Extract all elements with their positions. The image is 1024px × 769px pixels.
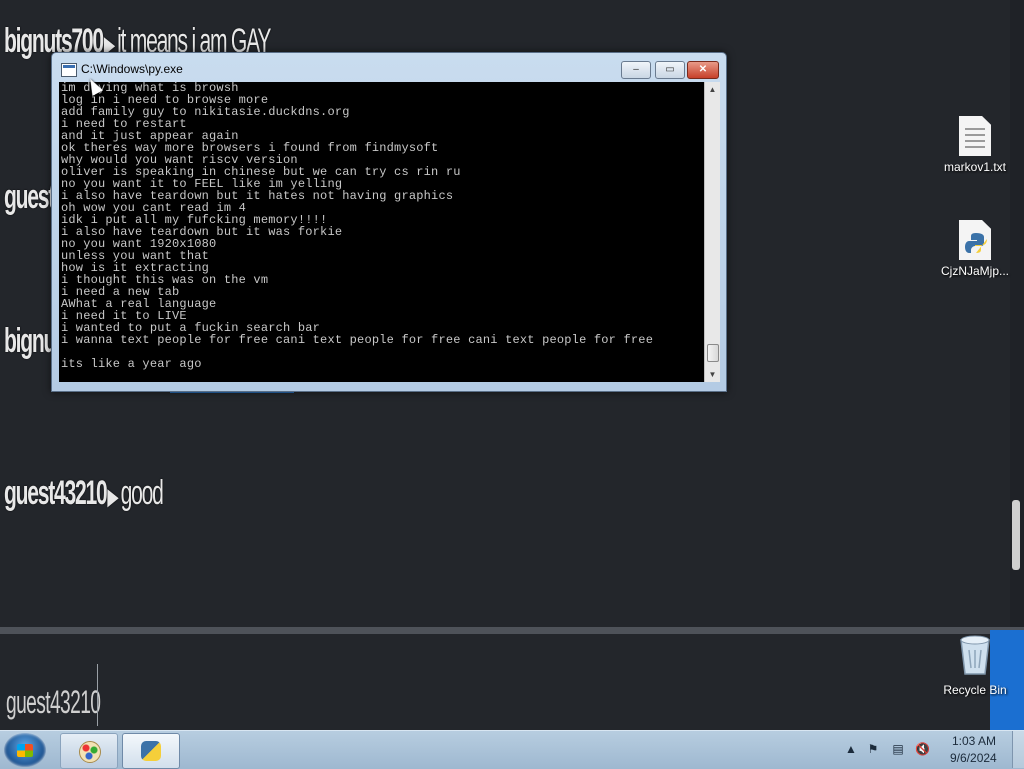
network-icon[interactable]: ▤ xyxy=(891,742,905,756)
desktop-icon-markov[interactable]: markov1.txt xyxy=(935,116,1015,174)
desktop-icon-label: CjzNJaMjp... xyxy=(940,264,1009,278)
console-window[interactable]: C:\Windows\py.exe ‒ ▭ ✕ im doying what i… xyxy=(51,52,727,392)
desktop-icon-recycle-bin[interactable]: Recycle Bin xyxy=(935,632,1015,697)
taskbar-item-paint[interactable] xyxy=(60,733,118,769)
action-center-flag-icon[interactable]: ⚑ xyxy=(866,742,880,756)
desktop-icon-label: Recycle Bin xyxy=(943,683,1007,697)
close-button[interactable]: ✕ xyxy=(687,61,719,79)
console-output[interactable]: im doying what is browsh log in i need to… xyxy=(59,82,711,382)
console-scrollbar[interactable]: ▲ ▼ xyxy=(704,82,720,382)
chat-input-username: guest43210 xyxy=(6,684,101,720)
chat-message-text: good xyxy=(120,474,164,512)
clock-time[interactable]: 1:03 AM xyxy=(952,734,996,748)
windows-logo-icon xyxy=(17,744,33,757)
scroll-down-arrow-icon[interactable]: ▼ xyxy=(705,367,720,382)
scroll-thumb[interactable] xyxy=(707,344,719,362)
chat-input-area[interactable] xyxy=(0,634,1024,730)
chat-input-divider xyxy=(0,627,1024,634)
desktop-icon-label: markov1.txt xyxy=(943,160,1006,174)
text-file-icon xyxy=(959,116,991,156)
desktop-icon-python-script[interactable]: CjzNJaMjp... xyxy=(935,220,1015,278)
show-desktop-button[interactable] xyxy=(1012,731,1024,768)
minimize-button[interactable]: ‒ xyxy=(621,61,651,79)
show-hidden-icon[interactable]: ▲ xyxy=(844,742,858,756)
volume-muted-icon[interactable]: 🔇 xyxy=(915,742,930,756)
chat-message: guest43210▶ good xyxy=(4,474,164,513)
window-title-bar[interactable]: C:\Windows\py.exe ‒ ▭ ✕ xyxy=(52,53,726,83)
recycle-bin-icon xyxy=(960,635,990,675)
paint-icon xyxy=(79,741,101,763)
chat-username: guest43210 xyxy=(4,474,108,512)
scroll-up-arrow-icon[interactable]: ▲ xyxy=(705,82,720,97)
chat-arrow-icon: ▶ xyxy=(107,484,118,509)
window-title: C:\Windows\py.exe xyxy=(81,62,183,76)
python-file-icon xyxy=(959,220,991,260)
clock-date[interactable]: 9/6/2024 xyxy=(950,751,997,765)
chat-scrollbar[interactable] xyxy=(1012,500,1020,570)
taskbar-item-python[interactable] xyxy=(122,733,180,769)
start-button[interactable] xyxy=(4,733,46,767)
console-app-icon xyxy=(61,63,77,77)
python-icon xyxy=(141,741,161,761)
chat-input-caret xyxy=(97,664,98,726)
console-line: i wanna text people for free cani text p… xyxy=(61,333,654,347)
console-line: its like a year ago xyxy=(61,357,202,371)
maximize-button[interactable]: ▭ xyxy=(655,61,685,79)
